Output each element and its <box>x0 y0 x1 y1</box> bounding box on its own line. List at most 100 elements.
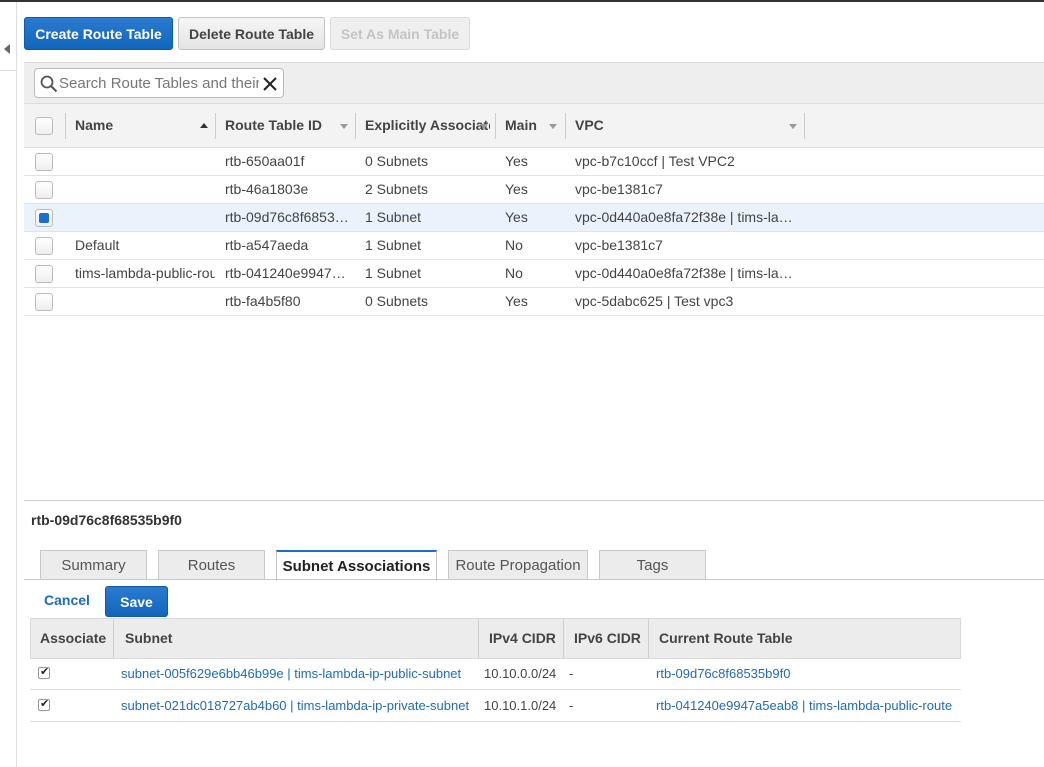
row-name <box>75 176 215 203</box>
subnet-ipv4: 10.10.0.0/24 <box>484 666 557 681</box>
column-divider <box>563 619 564 658</box>
column-divider <box>565 113 566 139</box>
row-vpc: vpc-be1381c7 <box>575 237 663 253</box>
sort-ascending-icon[interactable] <box>200 123 208 128</box>
row-associations: 1 Subnet <box>365 209 422 225</box>
row-route-table-id: rtb-09d76c8f68535b9f0 <box>225 209 350 225</box>
row-name <box>75 148 215 175</box>
chevron-down-icon[interactable] <box>480 124 488 129</box>
column-divider <box>113 619 114 658</box>
search-input[interactable] <box>59 73 259 93</box>
row-associations: 1 Subnet <box>365 265 422 281</box>
chevron-down-icon[interactable] <box>549 124 557 129</box>
top-border <box>0 0 1044 2</box>
row-name <box>75 288 215 315</box>
row-associations: 1 Subnet <box>365 237 422 253</box>
associate-checkbox[interactable] <box>38 697 50 711</box>
row-route-table-id: rtb-041240e9947a5eab8 <box>225 265 350 281</box>
row-associations: 0 Subnets <box>365 293 429 309</box>
row-main: Yes <box>505 153 528 169</box>
search-icon <box>40 75 58 93</box>
column-divider <box>648 619 649 658</box>
column-divider <box>65 113 66 139</box>
table-row-selected[interactable]: rtb-09d76c8f68535b9f0 1 Subnet Yes vpc-0… <box>24 204 1044 232</box>
current-route-table-link[interactable]: rtb-041240e9947a5eab8 | tims-lambda-publ… <box>656 690 960 721</box>
table-row[interactable]: rtb-46a1803e 2 Subnets Yes vpc-be1381c7 <box>24 176 1044 204</box>
pane-splitter[interactable] <box>24 500 1044 501</box>
close-icon[interactable] <box>262 76 278 92</box>
subnet-row: subnet-021dc018727ab4b60 | tims-lambda-i… <box>30 690 961 722</box>
row-vpc: vpc-5dabc625 | Test vpc3 <box>575 293 734 309</box>
subnet-link[interactable]: subnet-021dc018727ab4b60 | tims-lambda-i… <box>121 690 471 721</box>
rail-divider <box>0 70 17 71</box>
column-header-explicitly-associated[interactable]: Explicitly Associated With <box>365 104 490 147</box>
column-header-vpc[interactable]: VPC <box>575 104 775 147</box>
left-nav-rail <box>0 2 17 767</box>
set-as-main-table-button: Set As Main Table <box>330 17 470 50</box>
column-header-route-table-id[interactable]: Route Table ID <box>225 104 330 147</box>
row-main: Yes <box>505 209 528 225</box>
subnet-link[interactable]: subnet-005f629e6bb46b99e | tims-lambda-i… <box>121 658 471 689</box>
chevron-down-icon[interactable] <box>789 124 797 129</box>
row-associations: 0 Subnets <box>365 153 429 169</box>
column-header-name[interactable]: Name <box>75 104 195 147</box>
tab-route-propagation[interactable]: Route Propagation <box>448 550 588 580</box>
column-header-current-route-table: Current Route Table <box>659 630 793 646</box>
column-header-ipv6-cidr: IPv6 CIDR <box>574 630 641 646</box>
row-route-table-id: rtb-a547aeda <box>225 237 309 253</box>
tab-routes[interactable]: Routes <box>158 550 265 580</box>
row-route-table-id: rtb-fa4b5f80 <box>225 293 301 309</box>
column-divider <box>804 113 805 139</box>
subnet-table-header: Associate Subnet IPv4 CIDR IPv6 CIDR Cur… <box>30 618 961 659</box>
row-main: Yes <box>505 293 528 309</box>
row-vpc: vpc-0d440a0e8fa72f38e | tims-lambda-vpc <box>575 209 803 225</box>
table-row[interactable]: Default rtb-a547aeda 1 Subnet No vpc-be1… <box>24 232 1044 260</box>
tab-subnet-associations[interactable]: Subnet Associations <box>276 550 437 581</box>
search-box[interactable] <box>34 68 284 98</box>
subnet-ipv4: 10.10.1.0/24 <box>484 698 557 713</box>
column-header-associate: Associate <box>40 630 107 646</box>
column-divider <box>478 619 479 658</box>
table-row[interactable]: tims-lambda-public-route rtb-041240e9947… <box>24 260 1044 288</box>
select-all-checkbox[interactable] <box>35 117 53 135</box>
row-vpc: vpc-be1381c7 <box>575 181 663 197</box>
column-divider <box>355 113 356 139</box>
chevron-down-icon[interactable] <box>340 124 348 129</box>
row-checkbox[interactable] <box>35 153 53 171</box>
table-row[interactable]: rtb-fa4b5f80 0 Subnets Yes vpc-5dabc625 … <box>24 288 1044 316</box>
column-header-ipv4-cidr: IPv4 CIDR <box>489 630 556 646</box>
column-divider <box>215 113 216 139</box>
row-main: Yes <box>505 181 528 197</box>
delete-route-table-button[interactable]: Delete Route Table <box>178 17 325 50</box>
row-checkbox[interactable] <box>35 181 53 199</box>
column-divider <box>495 113 496 139</box>
subnet-ipv6: - <box>569 666 574 681</box>
tab-summary[interactable]: Summary <box>40 550 147 580</box>
subnet-ipv6: - <box>569 698 574 713</box>
row-main: No <box>505 265 523 281</box>
column-header-main[interactable]: Main <box>505 104 545 147</box>
table-row[interactable]: rtb-650aa01f 0 Subnets Yes vpc-b7c10ccf … <box>24 148 1044 176</box>
tab-baseline <box>24 579 1044 580</box>
row-vpc: vpc-0d440a0e8fa72f38e | tims-lambda-vpc <box>575 265 803 281</box>
filter-bar <box>24 62 1044 103</box>
detail-title: rtb-09d76c8f68535b9f0 <box>31 512 182 528</box>
associate-checkbox[interactable] <box>38 665 50 679</box>
save-button[interactable]: Save <box>105 586 168 617</box>
row-checkbox[interactable] <box>35 209 53 227</box>
row-checkbox[interactable] <box>35 293 53 311</box>
tab-tags[interactable]: Tags <box>599 550 706 580</box>
column-header-subnet: Subnet <box>125 630 173 646</box>
row-name <box>75 204 215 231</box>
subnet-row: subnet-005f629e6bb46b99e | tims-lambda-i… <box>30 658 961 690</box>
collapse-left-icon[interactable] <box>4 44 10 54</box>
cancel-button[interactable]: Cancel <box>44 592 90 608</box>
row-checkbox[interactable] <box>35 237 53 255</box>
row-route-table-id: rtb-46a1803e <box>225 181 309 197</box>
row-main: No <box>505 237 523 253</box>
row-name: Default <box>75 237 120 253</box>
row-name: tims-lambda-public-route <box>75 265 215 281</box>
row-checkbox[interactable] <box>35 265 53 283</box>
create-route-table-button[interactable]: Create Route Table <box>24 17 173 50</box>
current-route-table-link[interactable]: rtb-09d76c8f68535b9f0 <box>656 658 960 689</box>
